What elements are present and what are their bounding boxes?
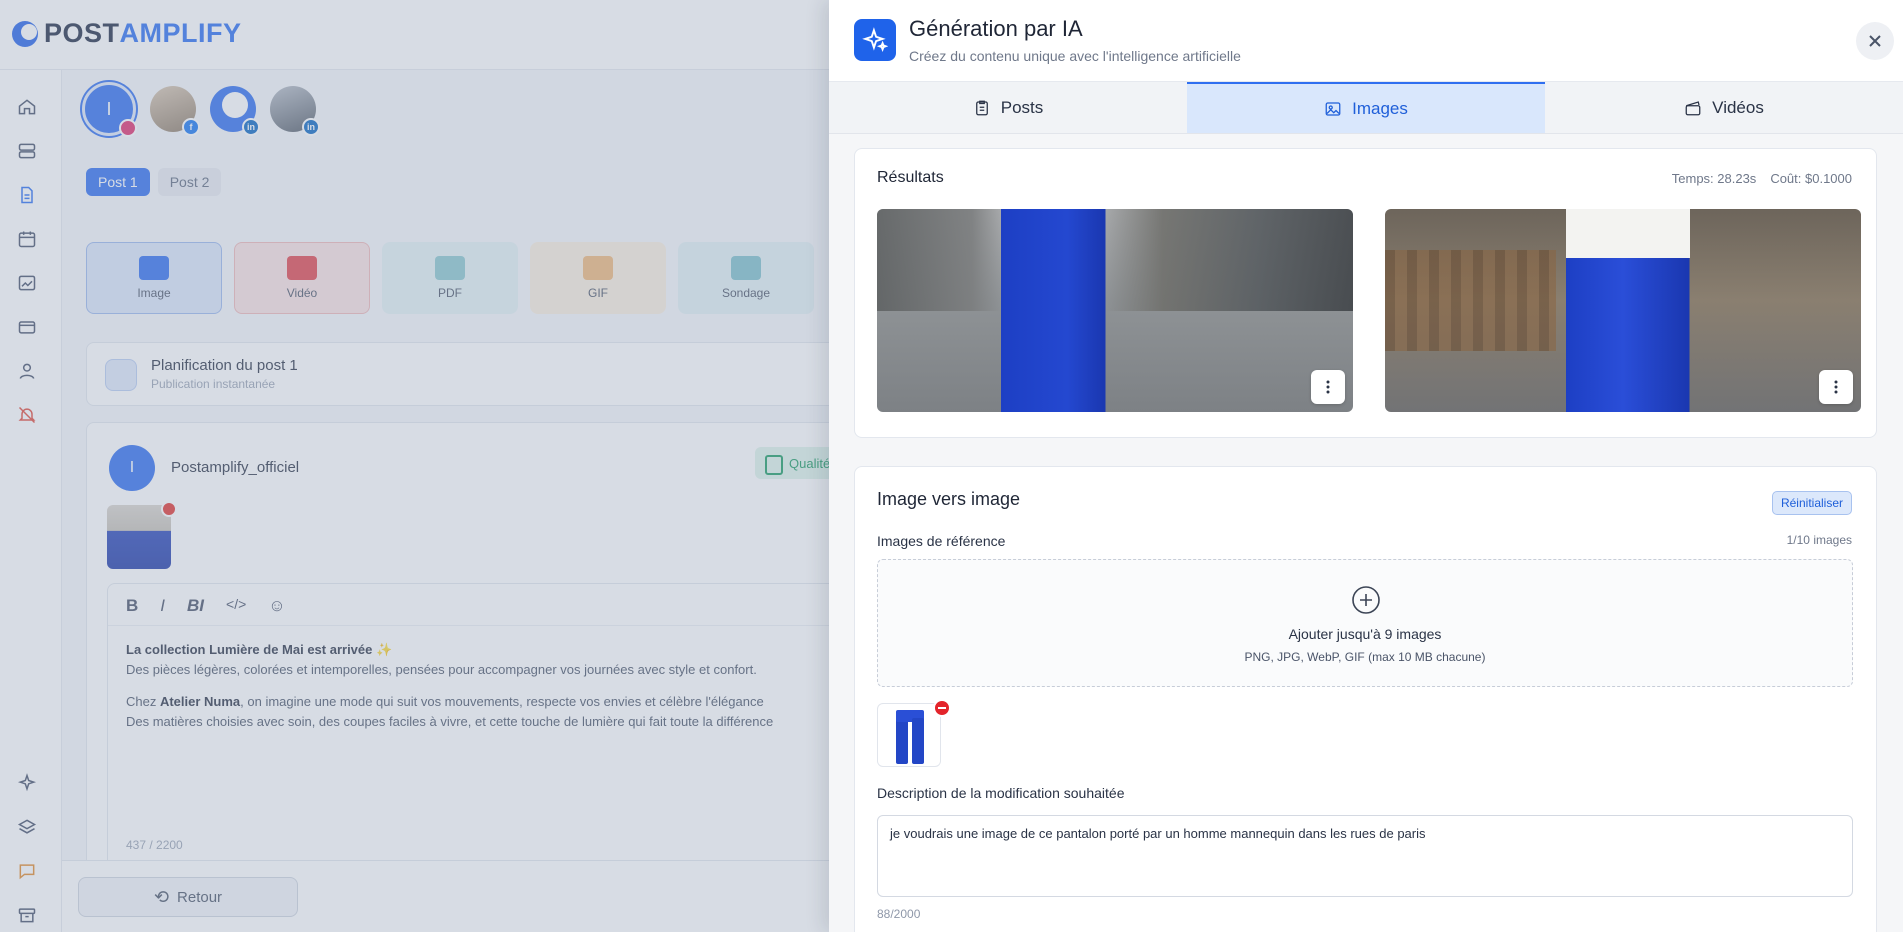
more-vertical-icon [1834,380,1838,394]
image-to-image-card: Image vers image Réinitialiser Images de… [854,466,1877,932]
image-dropzone[interactable]: Ajouter jusqu'à 9 images PNG, JPG, WebP,… [877,559,1853,687]
more-vertical-icon [1326,380,1330,394]
remove-reference-button[interactable] [933,699,951,717]
description-textarea[interactable]: je voudrais une image de ce pantalon por… [877,815,1853,897]
results-card: Résultats Temps: 28.23s Coût: $0.1000 [854,148,1877,438]
drawer-title: Génération par IA [909,16,1083,41]
description-label: Description de la modification souhaitée [877,785,1125,801]
reference-image-thumbnail[interactable] [877,703,941,767]
results-meta: Temps: 28.23s Coût: $0.1000 [1672,171,1852,186]
clapper-icon [1685,100,1701,115]
image-options-button[interactable] [1819,370,1853,404]
reference-images-label: Images de référence [877,533,1006,549]
tab-label: Vidéos [1712,97,1764,117]
image-icon [1325,101,1341,116]
close-button[interactable] [1856,22,1894,60]
close-icon [1869,35,1881,47]
drawer-header: Génération par IA Créez du contenu uniqu… [829,0,1903,82]
tab-label: Posts [1000,97,1044,117]
drawer-tabs: Posts Images Vidéos [829,82,1903,134]
pants-image [896,710,924,764]
dropzone-hint: PNG, JPG, WebP, GIF (max 10 MB chacune) [1244,650,1486,664]
tab-posts[interactable]: Posts [829,82,1187,133]
generation-cost: Coût: $0.1000 [1770,171,1852,186]
result-image[interactable] [1385,209,1861,412]
generation-time: Temps: 28.23s [1671,171,1757,186]
ai-generation-drawer: Génération par IA Créez du contenu uniqu… [829,0,1903,932]
results-title: Résultats [877,169,944,186]
tab-images[interactable]: Images [1187,82,1545,133]
tab-videos[interactable]: Vidéos [1545,82,1903,133]
result-image[interactable] [877,209,1353,412]
drawer-subtitle: Créez du contenu unique avec l'intellige… [909,48,1241,64]
ai-sparkle-icon [854,19,896,61]
reset-button[interactable]: Réinitialiser [1771,491,1852,515]
tab-label: Images [1352,98,1408,118]
modal-backdrop[interactable] [0,0,829,932]
reference-images-count: 1/10 images [1786,533,1852,547]
dropzone-text: Ajouter jusqu'à 9 images [1288,626,1442,642]
add-circle-icon [1350,584,1382,616]
image-options-button[interactable] [1311,370,1345,404]
app-root: POST AMPLIFY I f in in Post 1 Post 2 Ima… [0,0,1903,932]
description-char-count: 88/2000 [877,907,921,921]
clipboard-icon [975,100,988,115]
image-to-image-title: Image vers image [877,489,1021,509]
